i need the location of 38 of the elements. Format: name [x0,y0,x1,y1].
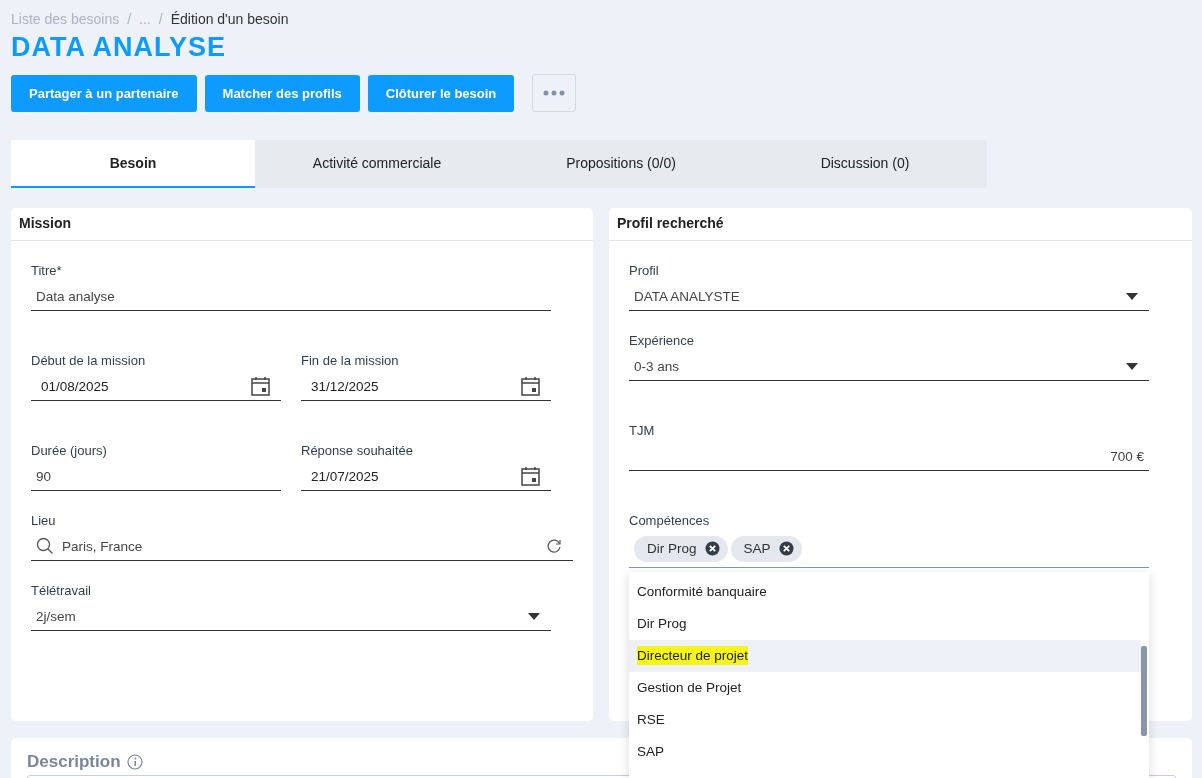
skill-tag: Dir Prog [634,535,728,562]
field-label: Compétences [629,513,711,529]
select-field[interactable]: 0-3 ans [629,352,1149,381]
select-field[interactable]: DATA ANALYSTE [629,282,1149,311]
input-field[interactable]: 700 € [629,442,1149,471]
menu-option[interactable]: Directeur de projet [629,640,1141,672]
menu-option[interactable]: Conformité banquaire [629,576,1141,608]
menu-option[interactable]: SAP [629,736,1141,768]
breadcrumb-separator: / [127,10,132,27]
field-label: Profil [629,263,660,279]
field-label: Durée (jours) [31,443,108,459]
menu-option[interactable]: Dir Prog [629,608,1141,640]
menu-option[interactable]: Gestion de Projet [629,672,1141,704]
breadcrumb-item: Édition d'un besoin [170,10,289,27]
menu-option[interactable]: RSE [629,704,1141,736]
date-field[interactable]: 01/08/2025 [31,372,281,401]
select-field[interactable]: 2j/sem [31,602,551,631]
field-label: Lieu [31,513,57,529]
date-field[interactable]: 31/12/2025 [301,372,551,401]
section-title: Description [27,752,121,772]
field-label: TJM [629,423,656,439]
date-field[interactable]: 21/07/2025 [301,462,551,491]
field-label: Début de la mission [31,353,147,369]
card-title: Profil recherché [609,208,1192,241]
field-label: Réponse souhaitée [301,443,415,459]
skill-tag: SAP [730,535,802,562]
input-field[interactable]: Data analyse [31,282,551,311]
field-label: Fin de la mission [301,353,400,369]
tag-input-field[interactable]: Dir Prog SAP [629,532,1149,568]
input-field[interactable]: 90 [31,462,281,491]
card-title: Mission [11,208,593,241]
tab[interactable]: Besoin [11,140,255,188]
breadcrumb-separator: / [158,10,163,27]
field-label: Expérience [629,333,696,349]
page-title: DATA ANALYSE [11,31,227,64]
field-label: Titre* [31,263,63,279]
field-label: Télétravail [31,583,92,599]
search-field[interactable]: Paris, France [31,532,573,561]
